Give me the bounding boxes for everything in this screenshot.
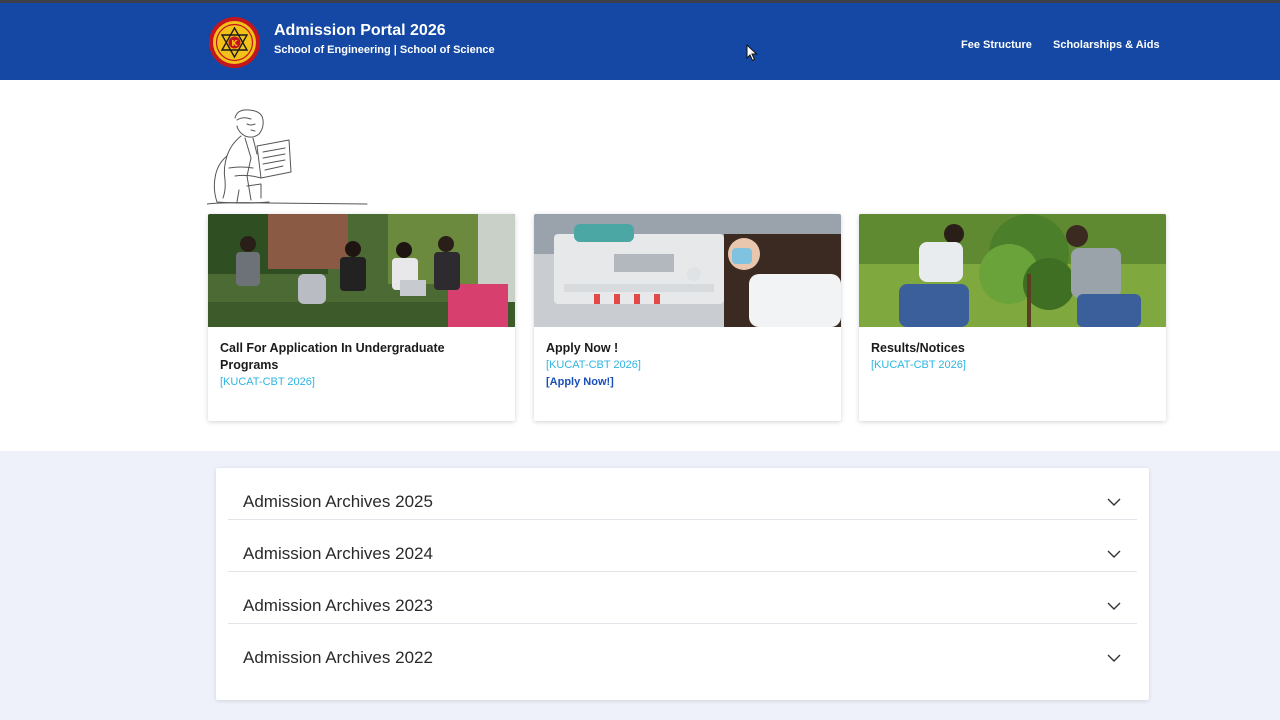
accordion-label: Admission Archives 2025 — [243, 492, 433, 511]
accordion-label: Admission Archives 2023 — [243, 596, 433, 615]
site-header: K Admission Portal 2026 School of Engine… — [0, 3, 1280, 80]
portal-title: Admission Portal 2026 — [274, 22, 446, 39]
students-outdoor-image — [208, 214, 515, 327]
card-title: Results/Notices — [871, 341, 965, 355]
apply-now-link[interactable]: [Apply Now!] — [546, 374, 831, 391]
accordion-item-2022[interactable]: Admission Archives 2022 — [228, 624, 1137, 676]
accordion-item-2023[interactable]: Admission Archives 2023 — [228, 572, 1137, 624]
reading-person-sketch — [207, 109, 368, 205]
svg-text:K: K — [231, 39, 238, 48]
chevron-down-icon — [1107, 550, 1121, 558]
card-call-for-application[interactable]: Call For Application In Undergraduate Pr… — [208, 214, 515, 421]
accordion-label: Admission Archives 2022 — [243, 648, 433, 667]
university-seal-icon[interactable]: K — [209, 17, 260, 68]
portal-subtitle: School of Engineering | School of Scienc… — [274, 44, 495, 56]
card-apply-now[interactable]: Apply Now ! [KUCAT-CBT 2026] [Apply Now!… — [534, 214, 841, 421]
nav-fee-structure[interactable]: Fee Structure — [961, 39, 1032, 51]
card-tag: [KUCAT-CBT 2026] — [546, 359, 641, 371]
accordion-item-2025[interactable]: Admission Archives 2025 — [228, 468, 1137, 520]
mouse-cursor-icon — [746, 44, 758, 62]
chevron-down-icon — [1107, 654, 1121, 662]
accordion-item-2024[interactable]: Admission Archives 2024 — [228, 520, 1137, 572]
chevron-down-icon — [1107, 498, 1121, 506]
nav-scholarships[interactable]: Scholarships & Aids — [1053, 39, 1160, 51]
planting-tree-image — [859, 214, 1166, 327]
card-tag: [KUCAT-CBT 2026] — [871, 359, 966, 371]
card-title: Call For Application In Undergraduate Pr… — [220, 341, 445, 372]
card-tag: [KUCAT-CBT 2026] — [220, 376, 315, 388]
card-results-notices[interactable]: Results/Notices [KUCAT-CBT 2026] — [859, 214, 1166, 421]
archives-accordion: Admission Archives 2025 Admission Archiv… — [216, 468, 1149, 700]
laboratory-image — [534, 214, 841, 327]
card-title: Apply Now ! — [546, 341, 619, 355]
accordion-label: Admission Archives 2024 — [243, 544, 433, 563]
chevron-down-icon — [1107, 602, 1121, 610]
